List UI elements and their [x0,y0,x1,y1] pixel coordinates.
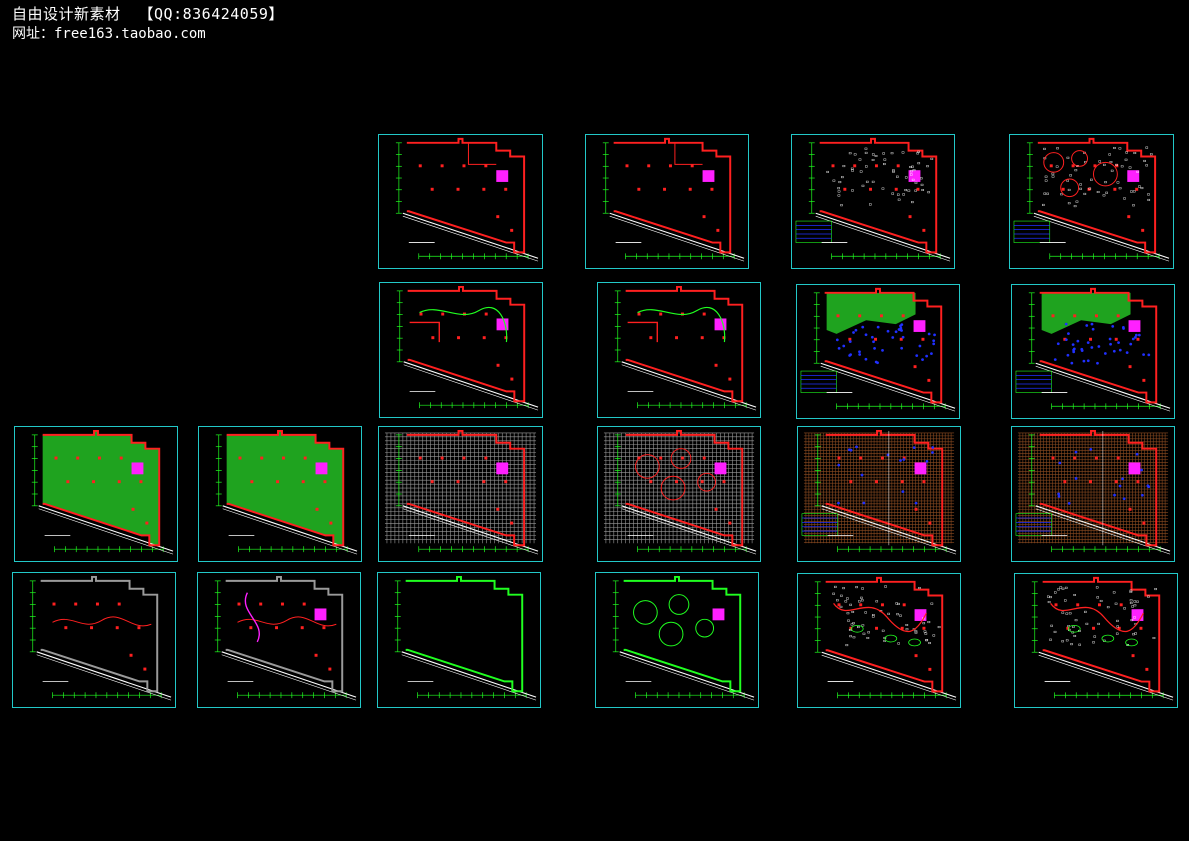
floor-plan-drawing [602,137,745,262]
legend-table [795,220,832,243]
floor-plan-drawing [396,285,539,411]
diagonal-boundary [1033,215,1170,262]
drawing-sheet[interactable] [197,572,361,708]
magenta-room [914,462,927,475]
magenta-room [1131,609,1144,621]
floor-plan-drawing [603,429,757,555]
exterior-wall [406,137,526,254]
exterior-wall [623,575,742,693]
floor-plan-drawing [395,137,539,262]
exterior-wall [405,575,524,693]
exterior-wall [225,575,344,693]
exterior-wall [1037,137,1157,254]
drawing-details [467,142,497,165]
floor-plan-drawing [1015,429,1171,555]
drawing-sheet[interactable] [379,282,543,418]
drawing-details [52,616,152,627]
drawing-sheet[interactable] [377,572,541,708]
magenta-room [702,170,715,182]
magenta-room [913,320,926,332]
exterior-wall [819,137,938,254]
drawing-sheet[interactable] [595,572,759,708]
magenta-room [496,170,509,182]
floor-plan-drawing [814,576,957,701]
exterior-wall [613,137,732,254]
floor-plan-drawing [800,287,956,412]
drawing-sheet[interactable] [378,134,543,269]
drawing-details [1057,430,1151,546]
area-fill [226,430,344,546]
diagonal-boundary [821,654,957,701]
floor-plan-drawing [795,137,951,262]
magenta-room [314,608,327,621]
magenta-room [914,609,927,621]
legend-table [1013,220,1051,243]
magenta-room [1128,462,1141,475]
drawing-sheet[interactable] [796,284,960,419]
exterior-wall [825,576,944,693]
floor-plan-drawing [612,575,755,701]
floor-plan-drawing [1015,287,1171,412]
magenta-room [712,608,725,621]
diagonal-boundary [1035,365,1171,412]
floor-plan-drawing [1013,137,1170,262]
drawing-sheet[interactable] [797,426,961,562]
drawing-sheet[interactable] [585,134,749,269]
floor-plan-drawing [384,429,539,555]
floor-plan-drawing [614,285,757,411]
drawing-sheet[interactable] [14,426,178,562]
magenta-room [496,462,509,475]
columns [52,602,147,671]
magenta-room [131,462,144,475]
legend-table [1015,370,1052,393]
drawing-sheet[interactable] [1009,134,1174,269]
drawing-sheet[interactable] [378,426,543,562]
floor-plan-drawing [31,429,174,555]
diagonal-boundary [820,365,956,412]
floor-plan-drawing [1031,576,1174,701]
magenta-room [714,462,727,475]
drawing-details [633,594,715,647]
diagonal-boundary [621,364,757,411]
magenta-room [1127,170,1140,182]
diagonal-boundary [815,215,951,262]
diagonal-boundary [619,654,755,701]
exterior-wall [407,285,526,403]
exterior-wall [625,285,744,403]
drawing-sheet[interactable] [1011,284,1175,419]
floor-plan-drawing [801,429,957,555]
diagonal-boundary [403,364,539,411]
planting-area [1041,292,1131,334]
diagonal-boundary [36,654,172,701]
diagonal-boundary [402,215,539,262]
floor-plan-drawing [394,575,537,701]
drawing-details [674,142,703,165]
drawing-sheet[interactable] [597,426,761,562]
drawing-sheet[interactable] [791,134,955,269]
exterior-wall [1042,576,1161,693]
diagonal-boundary [401,654,537,701]
diagonal-boundary [609,215,745,262]
diagonal-boundary [1038,654,1174,701]
drawing-sheet[interactable] [12,572,176,708]
cad-model-space[interactable] [0,0,1189,841]
exterior-wall [40,575,159,693]
drawing-sheet[interactable] [597,282,761,418]
diagonal-boundary [221,654,357,701]
legend-table [800,370,837,393]
drawing-sheet[interactable] [198,426,362,562]
area-fill [42,430,160,546]
floor-plan-drawing [29,575,172,701]
drawing-sheet[interactable] [797,573,961,708]
drawing-sheet[interactable] [1011,426,1175,562]
drawing-sheet[interactable] [1014,573,1178,708]
magenta-room [315,462,328,475]
floor-plan-drawing [214,575,357,701]
floor-plan-drawing [215,429,358,555]
planting-area [826,292,916,334]
magenta-room [1128,320,1141,332]
